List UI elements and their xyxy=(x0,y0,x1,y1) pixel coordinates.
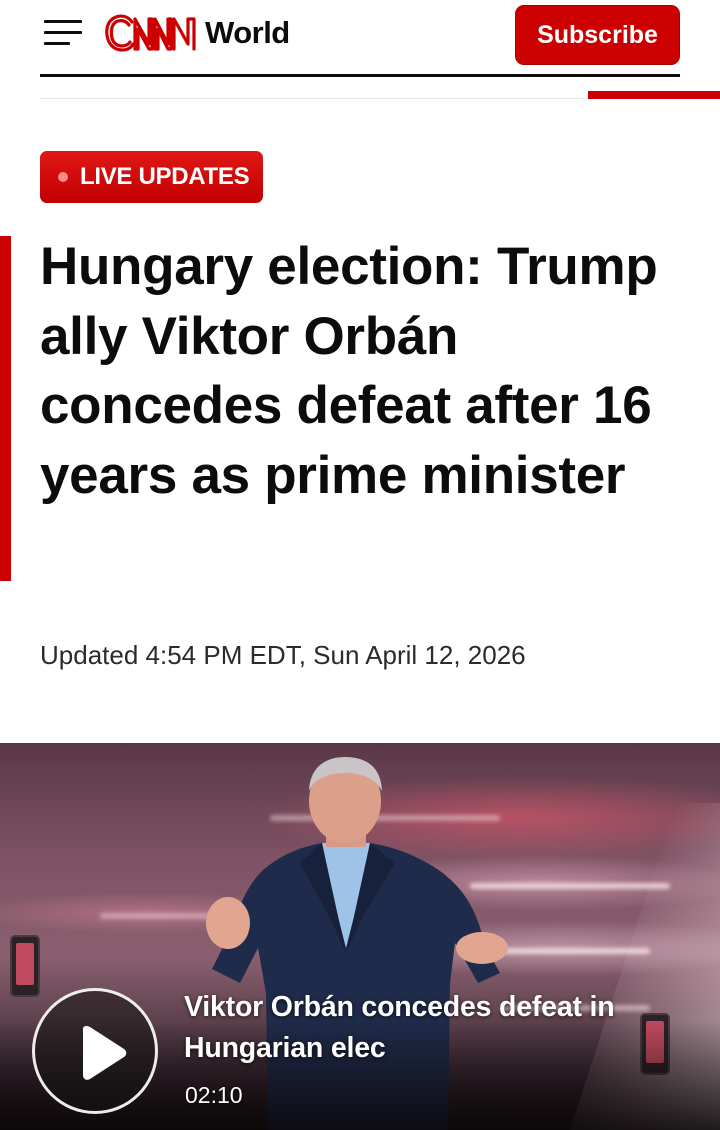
live-updates-badge[interactable]: LIVE UPDATES xyxy=(40,151,263,203)
menu-icon[interactable] xyxy=(44,16,84,50)
article-headline: Hungary election: Trump ally Viktor Orbá… xyxy=(40,237,658,505)
subscribe-button[interactable]: Subscribe xyxy=(515,5,680,65)
edition-label[interactable]: World xyxy=(205,15,290,51)
play-icon xyxy=(83,1025,127,1080)
header-subdivider xyxy=(40,98,588,99)
play-button[interactable] xyxy=(32,988,158,1114)
updated-timestamp: Updated 4:54 PM EDT, Sun April 12, 2026 xyxy=(40,640,526,670)
live-updates-label: LIVE UPDATES xyxy=(80,163,250,190)
live-dot-icon xyxy=(58,172,68,182)
section-accent-bar xyxy=(588,91,720,99)
video-player[interactable]: Viktor Orbán concedes defeat in Hungaria… xyxy=(0,743,720,1130)
phone-in-crowd xyxy=(10,935,40,997)
site-header: World Subscribe xyxy=(0,0,720,100)
video-duration: 02:10 xyxy=(185,1082,243,1108)
header-divider xyxy=(40,74,680,77)
cnn-logo[interactable] xyxy=(104,11,198,57)
headline-accent-bar xyxy=(0,236,11,581)
video-title[interactable]: Viktor Orbán concedes defeat in Hungaria… xyxy=(184,987,684,1069)
